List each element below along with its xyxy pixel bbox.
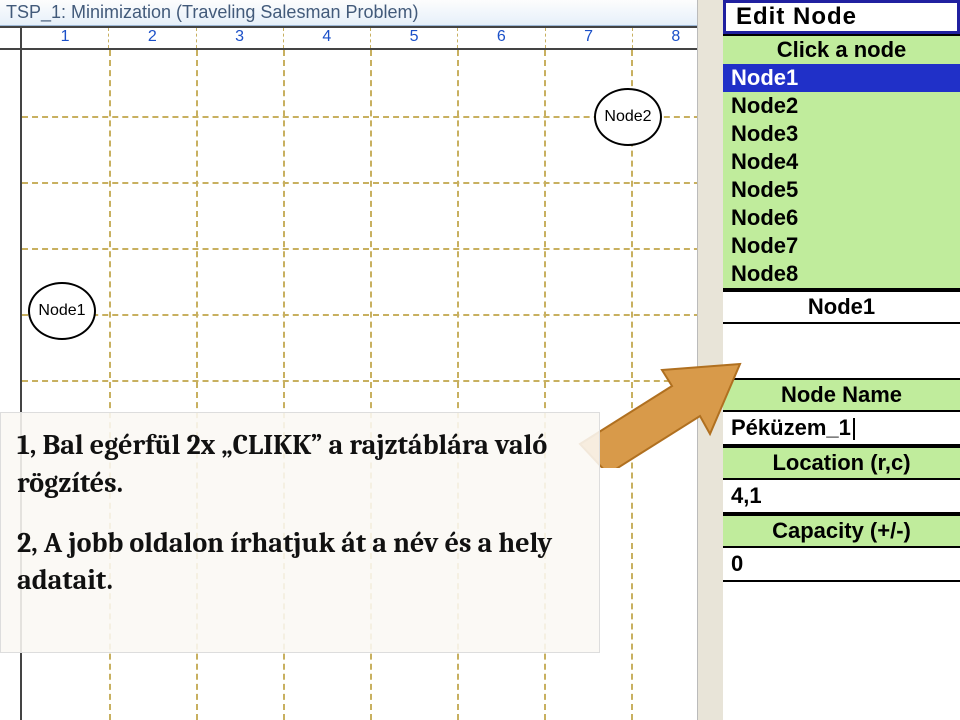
- capacity-label: Capacity (+/-): [723, 514, 960, 548]
- col-6: 6: [458, 28, 545, 48]
- window-title: TSP_1: Minimization (Traveling Salesman …: [6, 2, 418, 22]
- gridline-h: [22, 314, 720, 316]
- panel-spacer: [723, 324, 960, 378]
- list-item[interactable]: Node5: [723, 176, 960, 204]
- list-item[interactable]: Node7: [723, 232, 960, 260]
- list-item[interactable]: Node8: [723, 260, 960, 288]
- location-input[interactable]: 4,1: [723, 480, 960, 514]
- node-name-label: Node Name: [723, 378, 960, 412]
- selected-node-label: Node1: [723, 290, 960, 324]
- list-item[interactable]: Node2: [723, 92, 960, 120]
- canvas-node-label: Node2: [604, 108, 651, 126]
- instruction-line-1: 1, Bal egérfül 2x „CLIKK” a rajztáblára …: [17, 427, 583, 503]
- list-item[interactable]: Node3: [723, 120, 960, 148]
- list-item[interactable]: Node6: [723, 204, 960, 232]
- window-title-bar: TSP_1: Minimization (Traveling Salesman …: [0, 0, 720, 26]
- capacity-input[interactable]: 0: [723, 548, 960, 582]
- row-header-stub: [0, 28, 22, 48]
- col-4: 4: [284, 28, 371, 48]
- gridline-h: [22, 182, 720, 184]
- list-item[interactable]: Node4: [723, 148, 960, 176]
- edit-node-panel: Edit Node Click a node Node1 Node2 Node3…: [720, 0, 960, 720]
- grid-column-header: 1 2 3 4 5 6 7 8: [0, 26, 720, 50]
- col-1: 1: [22, 28, 109, 48]
- node-name-input[interactable]: Péküzem_1: [723, 412, 960, 446]
- col-3: 3: [197, 28, 284, 48]
- location-label: Location (r,c): [723, 446, 960, 480]
- canvas-node-node2[interactable]: Node2: [594, 88, 662, 146]
- gridline-h: [22, 248, 720, 250]
- canvas-node-node1[interactable]: Node1: [28, 282, 96, 340]
- col-5: 5: [371, 28, 458, 48]
- instruction-line-2: 2, A jobb oldalon írhatjuk át a név és a…: [17, 525, 583, 601]
- col-7: 7: [546, 28, 633, 48]
- panel-title: Edit Node: [723, 0, 960, 34]
- instruction-callout: 1, Bal egérfül 2x „CLIKK” a rajztáblára …: [0, 412, 600, 653]
- canvas-node-label: Node1: [38, 302, 85, 320]
- node-listbox[interactable]: Node1 Node2 Node3 Node4 Node5 Node6 Node…: [723, 64, 960, 288]
- list-item[interactable]: Node1: [723, 64, 960, 92]
- col-2: 2: [109, 28, 196, 48]
- panel-subtitle: Click a node: [723, 34, 960, 64]
